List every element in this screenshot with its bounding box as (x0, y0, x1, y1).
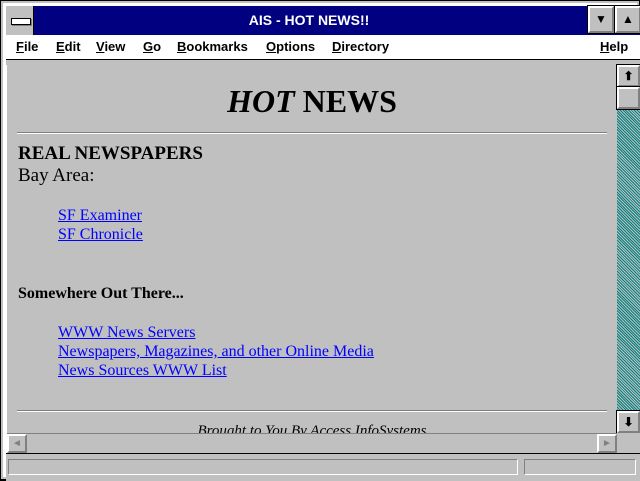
menu-view[interactable]: View (96, 39, 125, 54)
menu-edit[interactable]: Edit (56, 39, 81, 54)
menu-file[interactable]: File (16, 39, 38, 54)
status-message (8, 459, 518, 475)
section-heading-real-newspapers: REAL NEWSPAPERS (18, 143, 203, 164)
system-menu-button[interactable] (6, 6, 34, 35)
menu-help[interactable]: Help (600, 39, 628, 54)
bay-area-label: Bay Area: (18, 165, 95, 186)
divider (17, 410, 607, 412)
page-content: HOT NEWS REAL NEWSPAPERS Bay Area: SF Ex… (7, 65, 617, 433)
divider (17, 132, 607, 134)
link-sf-examiner[interactable]: SF Examiner (58, 207, 142, 225)
link-news-sources-list[interactable]: News Sources WWW List (58, 362, 227, 380)
menu-directory[interactable]: Directory (332, 39, 389, 54)
system-menu-icon (11, 18, 31, 25)
link-sf-chronicle[interactable]: SF Chronicle (58, 226, 143, 244)
down-arrow-icon: ⬇ (623, 415, 634, 429)
minimize-icon: ▼ (595, 12, 607, 26)
menu-bookmarks[interactable]: Bookmarks (177, 39, 248, 54)
window-title: AIS - HOT NEWS!! (248, 12, 370, 28)
vertical-scrollbar[interactable]: ⬆ ⬇ (616, 64, 640, 434)
horizontal-scrollbar[interactable]: ◄ ► (7, 433, 617, 453)
menu-options[interactable]: Options (266, 39, 315, 54)
scroll-up-button[interactable]: ⬆ (616, 64, 640, 88)
scrollbar-corner (617, 433, 640, 453)
link-www-news-servers[interactable]: WWW News Servers (58, 324, 195, 342)
minimize-button[interactable]: ▼ (587, 5, 615, 34)
progress-indicator (524, 459, 636, 475)
scroll-thumb[interactable] (616, 86, 640, 110)
menu-bar: File Edit View Go Bookmarks Options Dire… (6, 35, 640, 60)
menu-go[interactable]: Go (143, 39, 161, 54)
title-bar[interactable]: AIS - HOT NEWS!! ▼ ▲ (6, 5, 640, 35)
up-arrow-icon: ⬆ (623, 69, 634, 83)
scroll-left-button[interactable]: ◄ (7, 434, 27, 453)
scroll-down-button[interactable]: ⬇ (616, 410, 640, 434)
maximize-button[interactable]: ▲ (614, 5, 640, 34)
status-bar (6, 453, 640, 481)
link-online-media[interactable]: Newspapers, Magazines, and other Online … (58, 343, 374, 361)
maximize-icon: ▲ (622, 12, 634, 26)
scroll-right-button[interactable]: ► (597, 434, 617, 453)
page-title: HOT NEWS (227, 83, 397, 119)
footer-credit: Brought to You By Access InfoSystems (197, 423, 427, 433)
left-arrow-icon: ◄ (12, 438, 22, 449)
right-arrow-icon: ► (602, 438, 612, 449)
section-heading-out-there: Somewhere Out There... (18, 285, 184, 302)
browser-window: AIS - HOT NEWS!! ▼ ▲ File Edit View Go B… (0, 0, 640, 481)
